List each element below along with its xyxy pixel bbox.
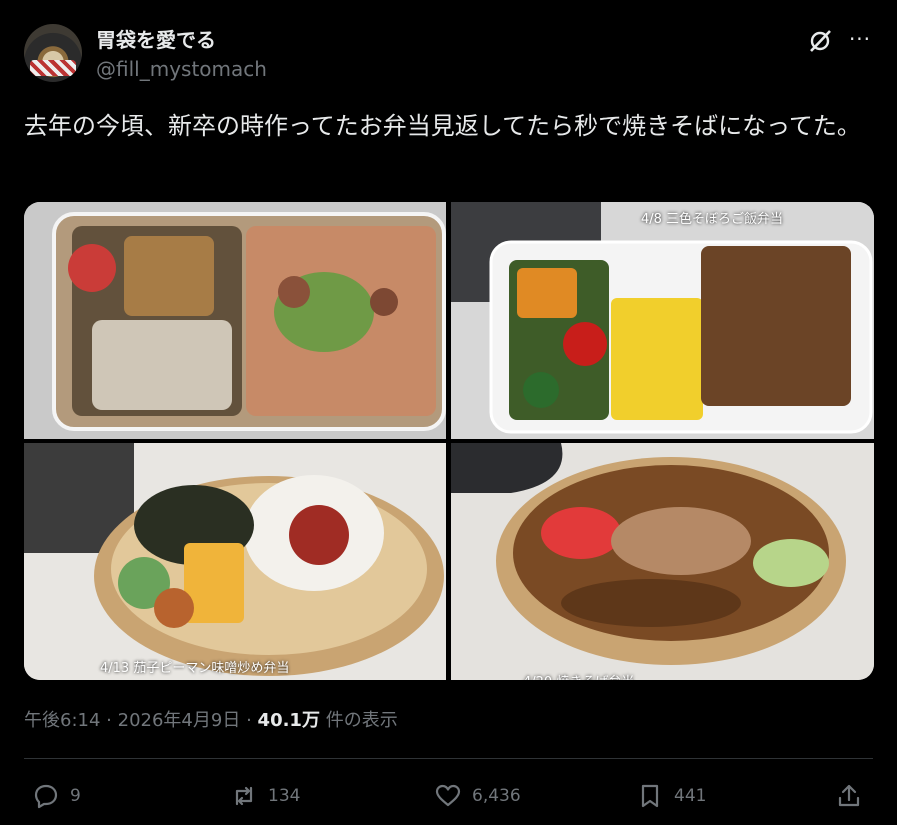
share-button[interactable] xyxy=(835,776,863,816)
photo-miso-bento[interactable]: 4/13 茄子ピーマン味噌炒め弁当 xyxy=(24,443,446,680)
divider xyxy=(24,758,873,759)
share-icon xyxy=(838,784,860,807)
photo-unagi-bento[interactable] xyxy=(24,202,446,439)
tweet-header: 胃袋を愛でる @fill_mystomach ··· xyxy=(24,24,873,88)
like-button[interactable]: 6,436 xyxy=(434,776,521,816)
author-handle[interactable]: @fill_mystomach xyxy=(96,54,267,84)
avatar[interactable] xyxy=(24,24,82,82)
post-time[interactable]: 午後6:14 xyxy=(24,710,100,731)
repost-button[interactable]: 134 xyxy=(230,776,300,816)
bookmark-icon xyxy=(641,784,659,808)
tweet-meta: 午後6:14 · 2026年4月9日 · 40.1万 件の表示 xyxy=(24,706,398,732)
media-grid: 4/8 三色そぼろご飯弁当 4/13 茄子ピーマン味噌炒め弁当 xyxy=(24,202,874,680)
author-display-name[interactable]: 胃袋を愛でる xyxy=(96,26,267,54)
views-label: 件の表示 xyxy=(325,710,398,731)
meta-separator: · xyxy=(106,710,112,731)
views-count: 40.1万 xyxy=(257,710,320,731)
bookmark-count: 441 xyxy=(674,786,707,806)
photo-caption: 4/20 焼きそば弁当 xyxy=(523,671,634,680)
photo-caption: 4/8 三色そぼろご飯弁当 xyxy=(641,212,784,227)
photo-caption: 4/13 茄子ピーマン味噌炒め弁当 xyxy=(100,661,290,676)
repost-count: 134 xyxy=(268,786,301,806)
like-count: 6,436 xyxy=(472,786,521,806)
bookmark-button[interactable]: 441 xyxy=(636,776,706,816)
reply-icon xyxy=(34,784,58,809)
repost-icon xyxy=(235,786,253,806)
heart-icon xyxy=(435,784,461,807)
photo-soboro-bento[interactable]: 4/8 三色そぼろご飯弁当 xyxy=(451,202,874,439)
more-icon[interactable]: ··· xyxy=(847,28,873,54)
tweet-text: 去年の今頃、新卒の時作ってたお弁当見返してたら秒で焼きそばになってた。 xyxy=(24,112,861,140)
reply-button[interactable]: 9 xyxy=(32,776,81,816)
grok-icon[interactable] xyxy=(807,28,833,54)
action-bar: 9 134 6,436 441 xyxy=(24,776,873,816)
meta-separator: · xyxy=(246,710,252,731)
author-names: 胃袋を愛でる @fill_mystomach xyxy=(96,26,267,84)
photo-yakisoba-bento[interactable]: 4/20 焼きそば弁当 xyxy=(451,443,874,680)
post-date[interactable]: 2026年4月9日 xyxy=(118,710,241,731)
reply-count: 9 xyxy=(70,786,81,806)
